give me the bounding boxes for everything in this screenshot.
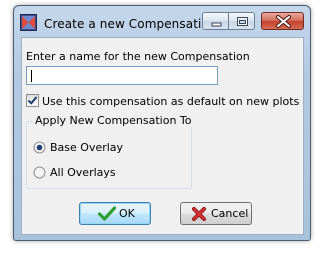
checkmark-icon xyxy=(27,96,38,105)
cancel-label: Cancel xyxy=(211,207,249,220)
apply-compensation-group: Apply New Compensation To Base Overlay A… xyxy=(26,114,194,189)
minimize-button[interactable] xyxy=(202,12,229,30)
radio-base-overlay[interactable] xyxy=(33,141,46,154)
close-icon xyxy=(276,15,291,28)
dialog-body: Enter a name for the new Compensation Us… xyxy=(21,37,304,235)
dialog-window: Create a new Compensati... Enter a name … xyxy=(13,5,311,241)
default-compensation-label[interactable]: Use this compensation as default on new … xyxy=(42,95,299,108)
radio-all-overlays[interactable] xyxy=(33,166,46,179)
cancel-button[interactable]: Cancel xyxy=(180,202,252,225)
title-bar[interactable]: Create a new Compensati... xyxy=(14,6,310,36)
minimize-icon xyxy=(211,22,222,27)
maximize-icon xyxy=(237,17,248,26)
group-caption: Apply New Compensation To xyxy=(33,114,194,127)
checkmark-icon xyxy=(98,206,116,221)
ok-label: OK xyxy=(119,207,135,220)
radio-unselected-icon xyxy=(33,166,46,179)
radio-selected-icon xyxy=(33,141,46,154)
text-caret xyxy=(31,70,32,82)
name-label: Enter a name for the new Compensation xyxy=(26,50,250,63)
default-compensation-checkbox[interactable] xyxy=(26,94,39,107)
window-title: Create a new Compensati... xyxy=(44,17,214,31)
radio-base-overlay-label[interactable]: Base Overlay xyxy=(50,141,123,154)
maximize-button[interactable] xyxy=(228,12,255,30)
compensation-name-input[interactable] xyxy=(26,66,218,85)
ok-button[interactable]: OK xyxy=(79,202,151,225)
close-button[interactable] xyxy=(261,12,304,30)
radio-all-overlays-label[interactable]: All Overlays xyxy=(50,166,116,179)
compensation-app-icon[interactable] xyxy=(20,14,37,31)
red-x-icon xyxy=(192,207,206,221)
